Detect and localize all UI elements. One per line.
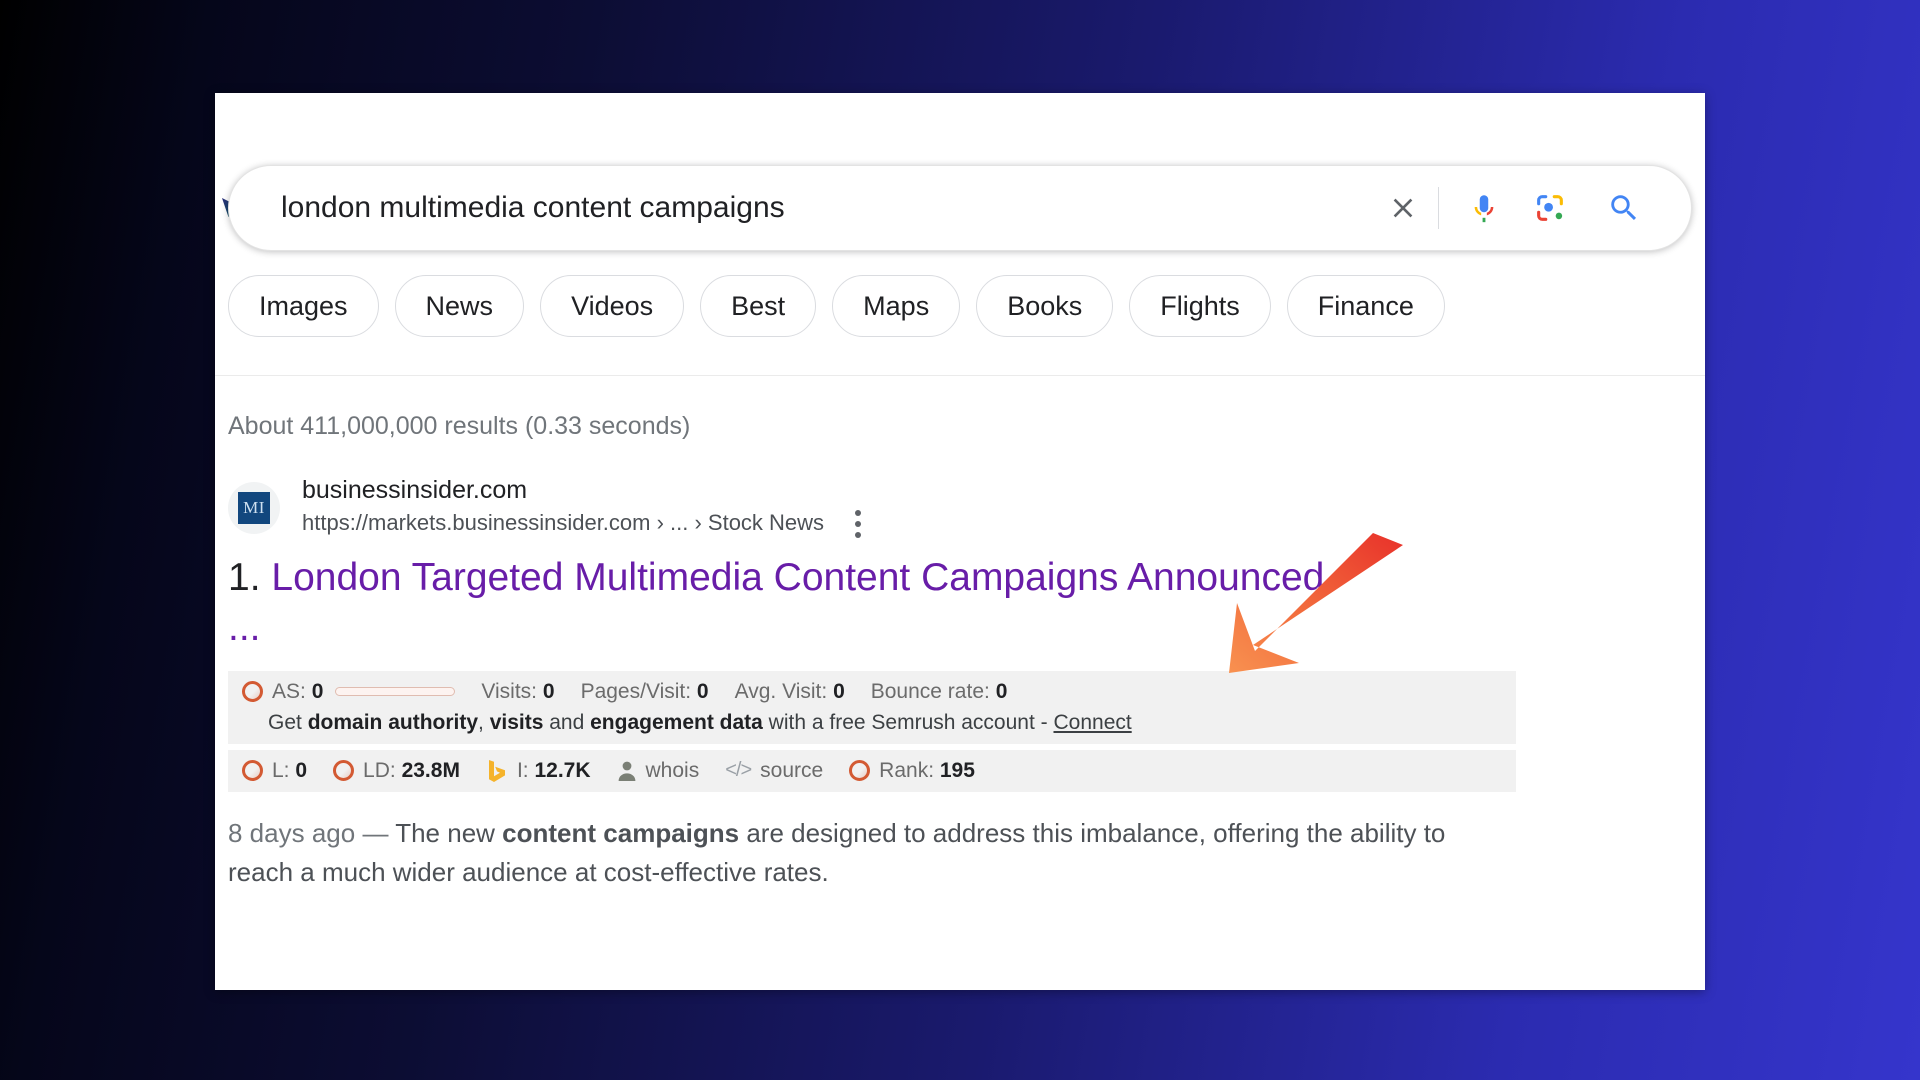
bing-icon xyxy=(486,759,508,783)
chip-books[interactable]: Books xyxy=(976,275,1114,337)
dot xyxy=(855,520,862,527)
visits-value: 0 xyxy=(542,679,555,703)
rank-label: Rank: xyxy=(879,758,935,782)
result-title-text: London Targeted Multimedia Content Campa… xyxy=(228,556,1325,649)
semrush-ring-icon xyxy=(849,760,871,782)
semrush-promo-line: Get domain authority, visits and engagem… xyxy=(268,711,1502,735)
semrush-bing-index: I: 12.7K xyxy=(486,759,591,783)
semrush-links: L: 0 xyxy=(242,759,307,783)
chip-videos[interactable]: Videos xyxy=(540,275,685,337)
google-lens-icon[interactable] xyxy=(1523,181,1577,235)
as-progress-bar xyxy=(335,687,456,697)
avg-visit-label: Avg. Visit: xyxy=(734,679,828,703)
semrush-avg-visit: Avg. Visit: 0 xyxy=(735,680,845,704)
pages-label: Pages/Visit: xyxy=(580,679,692,703)
semrush-rank: Rank: 195 xyxy=(849,759,975,783)
semrush-authority-score: AS: 0 xyxy=(242,679,456,704)
semrush-linking-domains: LD: 23.8M xyxy=(333,759,460,783)
chip-flights[interactable]: Flights xyxy=(1129,275,1271,337)
i-label: I: xyxy=(516,758,529,782)
search-results-panel: london multimedia content campaigns Imag… xyxy=(215,93,1705,990)
chip-best[interactable]: Best xyxy=(700,275,817,337)
semrush-source[interactable]: </> source xyxy=(725,759,823,783)
chip-maps[interactable]: Maps xyxy=(832,275,961,337)
promo-mid-1: , xyxy=(478,710,490,734)
promo-bold-2: visits xyxy=(489,710,544,734)
favicon: MI xyxy=(228,482,280,534)
semrush-metrics-line: AS: 0 Visits: 0 Pages/Visit: 0 Avg. Visi… xyxy=(242,680,1502,704)
i-value: 12.7K xyxy=(534,758,591,782)
person-icon xyxy=(617,760,637,782)
semrush-backlinks-line: L: 0 LD: 23.8M I: 12.7K whois </> source… xyxy=(242,759,1502,783)
semrush-pages-per-visit: Pages/Visit: 0 xyxy=(581,680,709,704)
semrush-whois[interactable]: whois xyxy=(617,758,700,783)
result-source-row: MI businessinsider.com https://markets.b… xyxy=(228,476,1568,538)
semrush-connect-link[interactable]: Connect xyxy=(1053,711,1131,734)
promo-bold-1: domain authority xyxy=(307,710,479,734)
result-stats: About 411,000,000 results (0.33 seconds) xyxy=(228,412,691,440)
close-icon[interactable] xyxy=(1376,181,1430,235)
as-label: AS: xyxy=(272,679,306,703)
bounce-value: 0 xyxy=(995,679,1008,703)
search-actions xyxy=(1376,181,1691,235)
three-dot-menu-icon[interactable] xyxy=(846,507,870,541)
avg-visit-value: 0 xyxy=(833,679,845,703)
bounce-label: Bounce rate: xyxy=(870,679,990,703)
snippet-date: 8 days ago xyxy=(228,817,356,848)
whois-label: whois xyxy=(645,758,700,782)
dot xyxy=(855,509,862,516)
code-icon: </> xyxy=(725,759,752,782)
promo-tail: with a free Semrush account - xyxy=(762,710,1054,734)
search-filter-chips: Images News Videos Best Maps Books Fligh… xyxy=(228,275,1445,337)
semrush-ring-icon xyxy=(242,681,263,703)
chip-images[interactable]: Images xyxy=(228,275,379,337)
semrush-band-primary: AS: 0 Visits: 0 Pages/Visit: 0 Avg. Visi… xyxy=(228,670,1516,744)
result-source-name: businessinsider.com xyxy=(302,476,528,505)
promo-get: Get xyxy=(268,710,308,734)
search-bar-row: london multimedia content campaigns xyxy=(222,165,1692,251)
semrush-bounce-rate: Bounce rate: 0 xyxy=(871,680,1008,704)
as-value: 0 xyxy=(311,679,324,703)
semrush-band-secondary: L: 0 LD: 23.8M I: 12.7K whois </> source… xyxy=(228,749,1516,792)
result-rank-number: 1. xyxy=(228,556,261,599)
snippet-dash: — xyxy=(362,817,389,848)
dot xyxy=(855,531,862,538)
result-title-link[interactable]: 1. London Targeted Multimedia Content Ca… xyxy=(228,553,1328,653)
chip-finance[interactable]: Finance xyxy=(1286,275,1445,337)
semrush-visits: Visits: 0 xyxy=(481,680,554,704)
search-box[interactable]: london multimedia content campaigns xyxy=(228,165,1692,251)
ld-value: 23.8M xyxy=(401,758,460,782)
result-url-row: https://markets.businessinsider.com › ..… xyxy=(302,507,870,541)
snippet-bold: content campaigns xyxy=(502,817,740,848)
microphone-icon[interactable] xyxy=(1457,181,1511,235)
result-source-text: businessinsider.com https://markets.busi… xyxy=(302,475,870,540)
snippet-text-before: The new xyxy=(395,817,503,848)
source-label: source xyxy=(760,758,824,782)
l-value: 0 xyxy=(295,758,308,782)
favicon-label: MI xyxy=(238,492,270,524)
semrush-ring-icon xyxy=(242,760,263,782)
search-result: MI businessinsider.com https://markets.b… xyxy=(228,476,1568,893)
results-area: About 411,000,000 results (0.33 seconds)… xyxy=(228,376,1705,990)
result-snippet: 8 days ago — The new content campaigns a… xyxy=(228,814,1458,893)
divider xyxy=(1438,187,1439,229)
chip-news[interactable]: News xyxy=(394,275,525,337)
visits-label: Visits: xyxy=(481,679,538,703)
promo-mid-2: and xyxy=(543,710,591,734)
search-icon[interactable] xyxy=(1597,181,1651,235)
search-input[interactable]: london multimedia content campaigns xyxy=(281,193,1376,223)
ld-label: LD: xyxy=(363,758,396,782)
semrush-ring-icon xyxy=(333,760,355,782)
l-label: L: xyxy=(272,758,290,782)
rank-value: 195 xyxy=(939,758,975,782)
pages-value: 0 xyxy=(696,679,709,703)
result-breadcrumb-url: https://markets.businessinsider.com › ..… xyxy=(302,510,825,536)
semrush-overlay: AS: 0 Visits: 0 Pages/Visit: 0 Avg. Visi… xyxy=(228,670,1516,792)
promo-bold-3: engagement data xyxy=(590,710,763,734)
